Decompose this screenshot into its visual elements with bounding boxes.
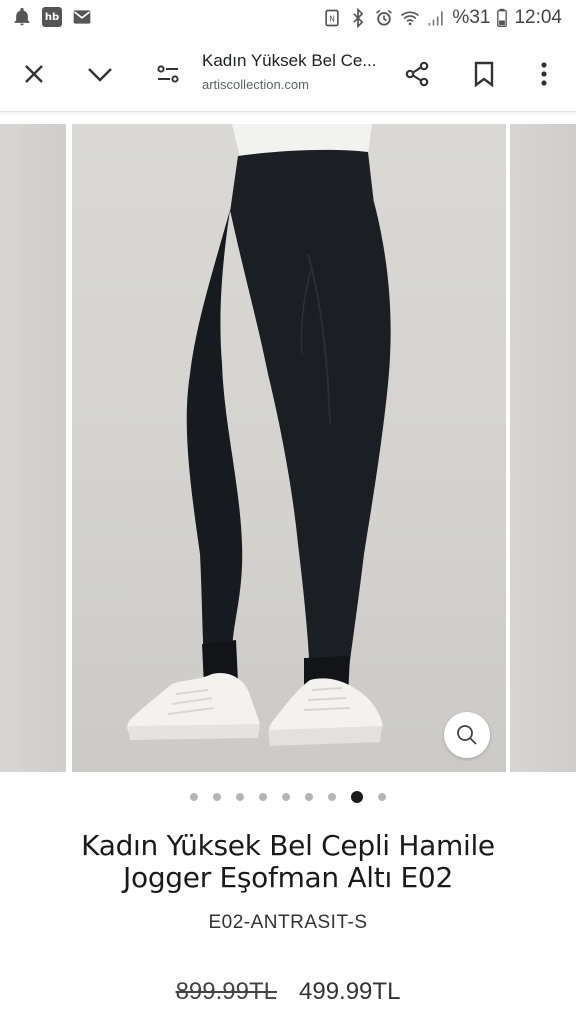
carousel-dot[interactable]: [259, 793, 267, 801]
product-title: Kadın Yüksek Bel Cepli Hamile Jogger Eşo…: [30, 830, 546, 894]
product-sku: E02-ANTRASIT-S: [208, 912, 368, 933]
svg-text:N: N: [330, 14, 336, 23]
bookmark-icon: [474, 61, 494, 87]
signal-icon: [428, 11, 444, 26]
status-bar: hb N %31 12:04: [0, 0, 576, 36]
carousel-dot[interactable]: [351, 791, 363, 803]
minimize-button[interactable]: [80, 54, 120, 94]
next-slide-image[interactable]: [510, 124, 576, 772]
hb-app-icon: hb: [42, 7, 62, 27]
tab-title-block[interactable]: Kadın Yüksek Bel Ce... artiscollection.c…: [202, 50, 392, 95]
product-photo-illustration: [127, 124, 391, 746]
price-row: 899.99TL 499.99TL: [0, 978, 576, 1006]
carousel-dot[interactable]: [282, 793, 290, 801]
battery-icon: [497, 8, 508, 27]
old-price: 899.99TL: [175, 978, 277, 1005]
status-bar-right: N %31 12:04: [322, 7, 562, 29]
nfc-icon: N: [325, 9, 340, 27]
carousel-pagination: [0, 790, 576, 804]
product-title-line-2: Jogger Eşofman Altı E02: [123, 861, 453, 894]
carousel-dot[interactable]: [190, 793, 198, 801]
product-image-carousel[interactable]: [0, 124, 576, 774]
page-title: Kadın Yüksek Bel Ce...: [202, 51, 377, 70]
carousel-dot[interactable]: [213, 793, 221, 801]
bluetooth-icon: [353, 8, 364, 28]
previous-slide-image[interactable]: [0, 124, 66, 772]
product-title-line-1: Kadın Yüksek Bel Cepli Hamile: [81, 829, 495, 862]
clock: 12:04: [514, 7, 562, 28]
notification-bell-icon: [14, 7, 30, 26]
close-button[interactable]: [14, 54, 54, 94]
close-icon: [25, 65, 43, 83]
product-image[interactable]: [72, 124, 506, 772]
share-icon: [405, 61, 429, 87]
more-vert-icon: [541, 62, 547, 86]
custom-tab-toolbar: Kadın Yüksek Bel Ce... artiscollection.c…: [0, 36, 576, 112]
page-url: artiscollection.com: [202, 77, 309, 92]
zoom-button[interactable]: [444, 712, 490, 758]
carousel-dot[interactable]: [305, 793, 313, 801]
carousel-dot[interactable]: [236, 793, 244, 801]
more-options-button[interactable]: [524, 54, 564, 94]
wifi-icon: [401, 11, 420, 26]
mail-icon: [73, 10, 91, 24]
carousel-dot[interactable]: [328, 793, 336, 801]
bookmark-button[interactable]: [464, 54, 504, 94]
share-button[interactable]: [397, 54, 437, 94]
page-settings-icon: [157, 65, 179, 83]
sale-price: 499.99TL: [299, 978, 401, 1005]
chevron-down-icon: [88, 68, 112, 82]
carousel-dot[interactable]: [378, 793, 386, 801]
status-bar-left: hb: [12, 7, 92, 27]
alarm-icon: [376, 9, 393, 26]
zoom-magnifier-icon: [457, 725, 477, 745]
page-settings-button[interactable]: [148, 54, 188, 94]
battery-percent: %31: [452, 7, 491, 28]
